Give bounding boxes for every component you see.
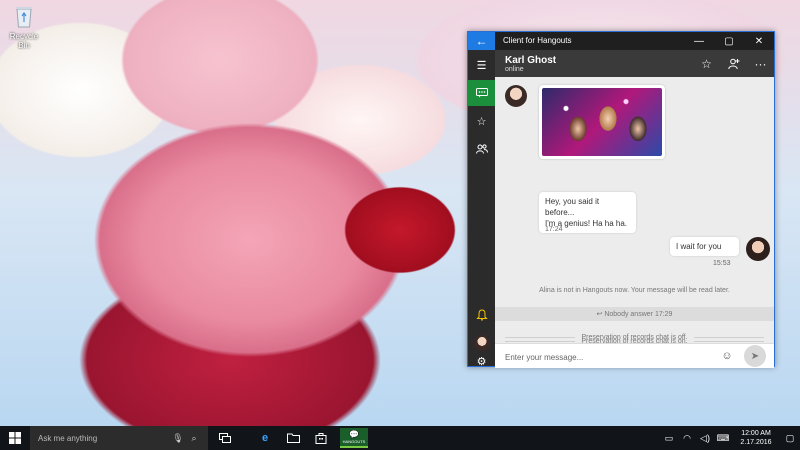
wifi-icon[interactable]: ◠ bbox=[678, 433, 696, 444]
taskbar-search[interactable]: 🎙 ⌕ bbox=[30, 426, 208, 450]
minimize-button[interactable]: — bbox=[684, 32, 714, 50]
chat-header: Karl Ghost online ☆ ··· bbox=[495, 50, 774, 77]
more-icon: ··· bbox=[754, 56, 767, 71]
emoji-button[interactable]: ☺ bbox=[720, 349, 734, 363]
bell-icon bbox=[475, 309, 488, 321]
nav-chats[interactable] bbox=[468, 80, 495, 106]
store-button[interactable] bbox=[308, 426, 334, 450]
left-navigation: ☰ ☆ ⚙ bbox=[468, 50, 495, 368]
chat-history[interactable]: Hey, you said it before... I'm a genius!… bbox=[495, 77, 774, 343]
favorite-star-button[interactable]: ☆ bbox=[693, 50, 720, 77]
battery-icon[interactable]: ▭ bbox=[660, 433, 678, 444]
nav-settings[interactable]: ⚙ bbox=[468, 355, 495, 368]
contact-avatar bbox=[505, 85, 527, 107]
clock-time: 12:00 AM bbox=[741, 430, 771, 437]
nobody-answer-time: 17:29 bbox=[654, 311, 673, 318]
shared-photo bbox=[542, 88, 662, 156]
nav-favorites[interactable]: ☆ bbox=[468, 108, 495, 134]
send-button[interactable]: ➤ bbox=[744, 345, 766, 367]
keyboard-icon[interactable]: ⌨ bbox=[714, 433, 732, 444]
system-clock[interactable]: 12:00 AM 2.17.2016 bbox=[732, 429, 780, 447]
offline-notice: Alina is not in Hangouts now. Your messa… bbox=[539, 287, 730, 294]
file-explorer-button[interactable] bbox=[280, 426, 306, 450]
windows-logo-icon bbox=[9, 432, 21, 444]
nav-notifications[interactable] bbox=[468, 302, 495, 328]
back-arrow-icon: ← bbox=[475, 34, 488, 48]
nav-contacts[interactable] bbox=[468, 136, 495, 162]
nobody-answer-bar: ↩ Nobody answer 17:29 bbox=[495, 307, 774, 321]
notification-icon: ▢ bbox=[785, 432, 795, 443]
window-titlebar: ← Client for Hangouts — ▢ ✕ bbox=[468, 32, 774, 50]
star-icon: ☆ bbox=[476, 115, 487, 128]
add-person-button[interactable] bbox=[720, 50, 747, 77]
message-input[interactable] bbox=[503, 348, 707, 366]
chat-icon bbox=[475, 88, 488, 98]
edge-browser-button[interactable]: e bbox=[252, 426, 278, 450]
recycle-bin-shortcut[interactable]: Recycle Bin bbox=[4, 4, 44, 50]
window-title: Client for Hangouts bbox=[503, 36, 572, 45]
outgoing-message-bubble: I wait for you bbox=[670, 237, 739, 256]
send-icon: ➤ bbox=[750, 350, 760, 362]
hamburger-icon: ☰ bbox=[476, 59, 487, 72]
nobody-answer-text: Nobody answer bbox=[604, 311, 653, 318]
task-view-icon bbox=[218, 433, 231, 443]
contact-name: Karl Ghost bbox=[505, 55, 557, 66]
menu-button[interactable]: ☰ bbox=[468, 52, 495, 78]
incoming-message-line1: Hey, you said it before... bbox=[545, 197, 600, 217]
hangouts-client-window: ← Client for Hangouts — ▢ ✕ ☰ ☆ ⚙ Karl G… bbox=[467, 31, 775, 368]
hangouts-taskbar-button[interactable]: 💬 HANGOUTS bbox=[340, 428, 368, 448]
add-person-icon bbox=[727, 58, 739, 69]
shared-photo-message[interactable] bbox=[539, 85, 665, 159]
back-button[interactable]: ← bbox=[468, 32, 495, 50]
task-view-button[interactable] bbox=[212, 426, 238, 450]
recycle-bin-label: Recycle Bin bbox=[9, 32, 39, 50]
outgoing-message-time: 15:53 bbox=[713, 260, 731, 267]
more-options-button[interactable]: ··· bbox=[747, 50, 774, 77]
action-center-button[interactable]: ▢ bbox=[780, 426, 800, 450]
gear-icon: ⚙ bbox=[476, 355, 487, 368]
taskbar: 🎙 ⌕ e 💬 HANGOUTS ▭ ◠ ◁) ⌨ 12:00 AM 2.17.… bbox=[0, 426, 800, 450]
hangouts-taskbar-label: HANGOUTS bbox=[342, 439, 366, 444]
folder-icon bbox=[286, 433, 300, 443]
close-button[interactable]: ✕ bbox=[744, 32, 774, 50]
system-tray: ▭ ◠ ◁) ⌨ 12:00 AM 2.17.2016 ▢ bbox=[660, 426, 800, 450]
contact-status: online bbox=[505, 66, 524, 73]
edge-icon: e bbox=[261, 432, 269, 444]
cortana-search-input[interactable] bbox=[36, 432, 170, 444]
recycle-bin-icon bbox=[16, 7, 32, 28]
start-button[interactable] bbox=[0, 426, 30, 450]
profile-avatar bbox=[473, 335, 490, 351]
own-avatar bbox=[746, 237, 770, 261]
people-icon bbox=[475, 144, 488, 154]
microphone-icon[interactable]: 🎙 bbox=[170, 433, 186, 444]
star-icon: ☆ bbox=[701, 56, 712, 71]
volume-icon[interactable]: ◁) bbox=[696, 433, 714, 444]
message-composer: ☺ ➤ bbox=[495, 343, 774, 368]
missed-call-icon: ↩ bbox=[596, 311, 603, 318]
incoming-message-time: 17:24 bbox=[545, 226, 563, 233]
hangouts-icon: 💬 bbox=[349, 430, 359, 439]
maximize-button[interactable]: ▢ bbox=[714, 32, 744, 50]
store-bag-icon bbox=[315, 433, 327, 444]
smiley-icon: ☺ bbox=[721, 350, 733, 362]
clock-date: 2.17.2016 bbox=[740, 439, 772, 446]
search-icon[interactable]: ⌕ bbox=[186, 433, 202, 444]
nav-profile[interactable] bbox=[468, 330, 495, 356]
nobody-answer-row: ↩ Nobody answer 17:29 bbox=[495, 310, 774, 318]
outgoing-message-text: I wait for you bbox=[676, 242, 722, 251]
